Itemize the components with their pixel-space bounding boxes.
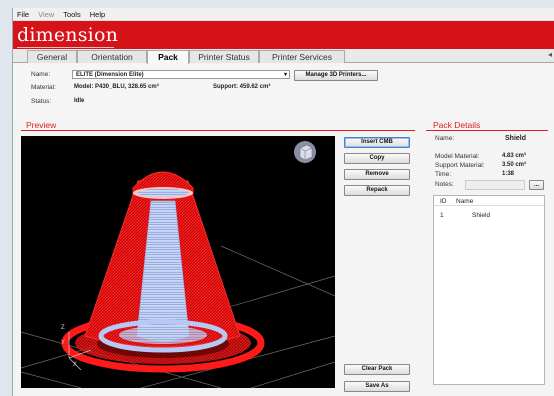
repack-button[interactable]: Repack <box>344 185 410 196</box>
copy-button[interactable]: Copy <box>344 153 410 164</box>
notes-label: Notes: <box>435 181 454 188</box>
printer-select[interactable]: ELITE (Dimension Elite) ▾ <box>72 70 290 79</box>
model-material-label: Model Material: <box>435 153 480 160</box>
row-name: Shield <box>472 212 491 219</box>
tab-bar: General Orientation Pack Printer Status … <box>13 49 554 64</box>
save-as-button[interactable]: Save As <box>344 381 410 392</box>
tab-general[interactable]: General <box>27 50 77 63</box>
manage-printers-button[interactable]: Manage 3D Printers... <box>294 70 378 81</box>
menu-tools[interactable]: Tools <box>63 10 81 19</box>
printer-select-value: ELITE (Dimension Elite) <box>76 72 144 78</box>
pack-details-divider <box>426 130 548 131</box>
notes-input[interactable] <box>465 180 525 190</box>
logo-underline <box>17 47 114 48</box>
preview-viewport[interactable]: Z Y X <box>21 136 335 388</box>
support-material-value: Support: 459.62 cm³ <box>213 84 271 90</box>
column-header-id[interactable]: ID <box>440 198 447 205</box>
tab-orientation[interactable]: Orientation <box>77 50 147 63</box>
preview-divider <box>21 130 415 131</box>
model-material-value: Model: P430_BLU, 328.65 cm³ <box>74 84 159 90</box>
time-label: Time: <box>435 171 452 178</box>
clear-pack-button[interactable]: Clear Pack <box>344 364 410 375</box>
printer-name-label: Name: <box>31 71 51 78</box>
model-render <box>21 141 335 388</box>
column-header-name[interactable]: Name <box>456 198 473 205</box>
support-material-label: Support Material: <box>435 162 485 169</box>
menu-view[interactable]: View <box>38 10 54 19</box>
pack-model-material-value: 4.83 cm³ <box>502 153 527 159</box>
view-cube-icon[interactable] <box>294 141 316 163</box>
tab-printer-status[interactable]: Printer Status <box>189 50 259 63</box>
tab-pack[interactable]: Pack <box>147 50 189 64</box>
tab-printer-services[interactable]: Printer Services <box>259 50 345 63</box>
brand-banner: dimension <box>13 21 554 51</box>
material-label: Material: <box>31 84 56 91</box>
menu-file[interactable]: File <box>17 10 29 19</box>
menu-bar: File View Tools Help <box>13 8 554 21</box>
notes-browse-button[interactable]: ... <box>529 180 544 190</box>
axis-label-x: X <box>73 362 78 368</box>
time-value: 1:38 <box>502 171 515 177</box>
axis-label-y: Y <box>61 340 66 346</box>
status-label: Status: <box>31 98 52 105</box>
pack-name-label: Name: <box>435 135 455 142</box>
insert-cmb-button[interactable]: Insert CMB <box>344 137 410 148</box>
tab-scroll-icon[interactable]: ◂ <box>548 50 552 59</box>
axis-label-z: Z <box>61 325 65 331</box>
status-value: Idle <box>74 98 85 104</box>
row-id: 1 <box>440 212 444 219</box>
menu-help[interactable]: Help <box>90 10 105 19</box>
remove-button[interactable]: Remove <box>344 169 410 180</box>
pack-name-value: Shield <box>505 135 527 142</box>
dimension-logo: dimension <box>17 24 119 46</box>
chevron-down-icon: ▾ <box>283 72 287 78</box>
table-header: ID Name <box>434 196 544 206</box>
pack-items-table: ID Name 1 Shield <box>433 195 545 385</box>
pack-support-material-value: 3.50 cm³ <box>502 162 527 168</box>
